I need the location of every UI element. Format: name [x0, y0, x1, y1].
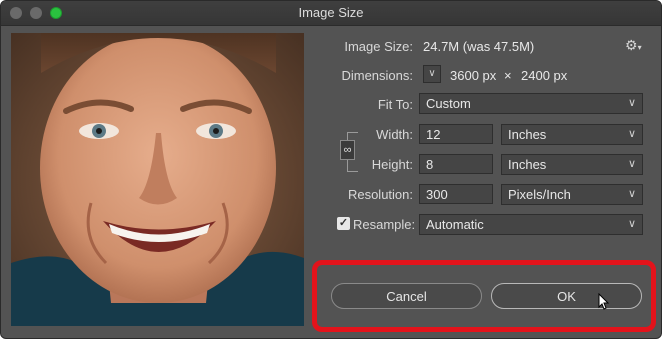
dimensions-units-dropdown[interactable]: ∨: [423, 65, 441, 83]
image-size-label: Image Size:: [344, 39, 413, 54]
chevron-down-icon: ∨: [428, 68, 436, 79]
dimensions-label: Dimensions:: [341, 68, 413, 83]
fit-to-select[interactable]: Custom ∨: [419, 93, 643, 114]
width-unit-value: Inches: [508, 127, 547, 142]
width-input[interactable]: 12: [419, 124, 493, 144]
dimensions-times: ×: [504, 68, 512, 83]
resample-label: Resample:: [353, 217, 416, 232]
resolution-input[interactable]: 300: [419, 184, 493, 204]
fit-to-label: Fit To:: [377, 97, 413, 112]
height-unit-select[interactable]: Inches ∨: [501, 154, 643, 175]
chevron-down-icon: ∨: [627, 218, 636, 230]
gear-icon[interactable]: ⚙▾: [625, 37, 642, 54]
image-size-dialog: Image Size Image Size: 24.7M (was 47.5M)…: [0, 0, 662, 339]
resolution-unit-value: Pixels/Inch: [508, 187, 571, 202]
resolution-unit-select[interactable]: Pixels/Inch ∨: [501, 184, 643, 205]
resample-method-select[interactable]: Automatic ∨: [419, 214, 643, 235]
fit-to-value: Custom: [426, 96, 471, 111]
image-preview[interactable]: [11, 33, 304, 326]
portrait-image: [11, 33, 304, 326]
dimensions-width: 3600 px: [450, 68, 497, 83]
resample-method-value: Automatic: [426, 217, 484, 232]
image-size-value: 24.7M (was 47.5M): [423, 39, 535, 54]
chevron-down-icon: ∨: [627, 188, 636, 200]
width-label: Width:: [376, 127, 413, 142]
chevron-down-icon: ∨: [627, 97, 636, 109]
resolution-label: Resolution:: [347, 187, 413, 202]
height-label: Height:: [371, 157, 413, 172]
height-unit-value: Inches: [508, 157, 547, 172]
dimensions-height: 2400 px: [521, 68, 568, 83]
chevron-down-icon: ∨: [627, 158, 636, 170]
mouse-cursor-icon: [598, 293, 610, 310]
title-bar: Image Size: [1, 1, 661, 26]
width-unit-select[interactable]: Inches ∨: [501, 124, 643, 145]
chevron-down-icon: ∨: [627, 128, 636, 140]
resample-checkbox[interactable]: ✓: [337, 217, 350, 230]
height-input[interactable]: 8: [419, 154, 493, 174]
window-title: Image Size: [298, 5, 364, 20]
